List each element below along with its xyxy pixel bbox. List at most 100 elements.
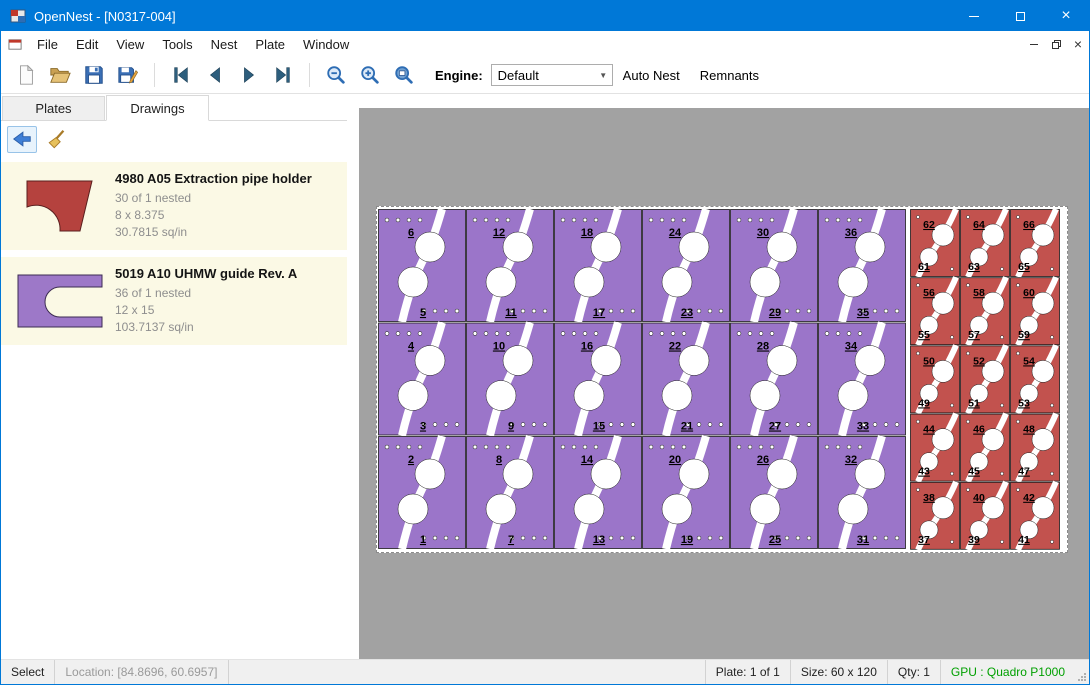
document-window-icon [8,37,23,52]
remnants-button[interactable]: Remnants [690,61,769,89]
save-button[interactable] [79,61,109,89]
tab-plates[interactable]: Plates [2,96,105,120]
canvas-workspace[interactable]: 6512111817242330293635431091615222128273… [359,108,1089,659]
purple-part-pair[interactable]: 43 [379,323,466,436]
auto-nest-button[interactable]: Auto Nest [613,61,690,89]
purple-part-pair[interactable]: 2019 [643,436,730,549]
part-number: 23 [681,307,693,319]
zoom-in-button[interactable] [355,61,385,89]
part-number: 4 [408,341,415,353]
engine-select[interactable]: Default ▼ [491,64,613,86]
menu-window[interactable]: Window [294,31,358,57]
purple-part-pair[interactable]: 109 [467,323,554,436]
part-number: 30 [757,227,769,239]
first-icon [170,64,192,86]
red-part-pair[interactable]: 42 41 [1011,482,1060,550]
app-window: OpenNest - [N0317-004] × File Edit View … [0,0,1090,685]
red-part-pair[interactable]: 5453 [1011,345,1060,413]
menu-plate[interactable]: Plate [246,31,294,57]
red-part-shape-icon [21,175,99,237]
next-plate-button[interactable] [234,61,264,89]
zoom-out-button[interactable] [321,61,351,89]
save-as-button[interactable] [113,61,143,89]
drawing-size: 8 x 8.375 [115,207,341,224]
new-nest-button[interactable] [11,61,41,89]
child-restore-button[interactable] [1045,34,1067,54]
menu-edit[interactable]: Edit [67,31,107,57]
purple-part-pair[interactable]: 2221 [643,323,730,436]
plate[interactable]: 6512111817242330293635431091615222128273… [376,206,1068,553]
toolbar-separator [309,63,310,87]
red-part-pair[interactable]: 6059 [1011,277,1060,345]
child-restore-icon [1051,39,1062,50]
red-part-pair[interactable]: 5857 [961,277,1010,345]
purple-part-pair[interactable]: 3029 [731,209,818,322]
red-part-pair[interactable]: 5049 [911,345,960,413]
purple-part-pair[interactable]: 2625 [731,436,818,549]
part-number: 41 [1018,534,1030,546]
engine-value: Default [498,68,539,83]
purple-part-pair[interactable]: 1817 [555,209,642,322]
red-part-pair[interactable]: 4443 [911,414,960,482]
drawing-item[interactable]: 5019 A10 UHMW guide Rev. A 36 of 1 neste… [1,257,347,345]
tab-drawings[interactable]: Drawings [106,95,209,121]
panel-splitter[interactable] [347,94,359,659]
sidebar: Plates Drawings [1,94,347,659]
purple-part-pair[interactable]: 3635 [819,209,906,322]
part-number: 12 [493,227,505,239]
resize-grip[interactable] [1075,660,1089,684]
part-number: 6 [408,227,414,239]
red-part-pair[interactable]: 66 65 [1011,209,1060,277]
red-part-pair[interactable]: 4645 [961,414,1010,482]
open-button[interactable] [45,61,75,89]
minimize-button[interactable] [951,1,997,31]
purple-part-pair[interactable]: 65 [379,209,466,322]
drawing-item[interactable]: 4980 A05 Extraction pipe holder 30 of 1 … [1,162,347,250]
previous-plate-button[interactable] [200,61,230,89]
maximize-button[interactable] [997,1,1043,31]
purple-part-pair[interactable]: 1211 [467,209,554,322]
part-number: 40 [973,492,985,504]
part-number: 66 [1023,219,1035,231]
purple-part-pair[interactable]: 3231 [819,436,906,549]
part-number: 2 [408,454,414,466]
clear-drawings-button[interactable] [42,126,72,153]
red-part-pair[interactable]: 4039 [961,482,1010,550]
return-parts-button[interactable] [7,126,37,153]
purple-part-pair[interactable]: 2827 [731,323,818,436]
menu-file[interactable]: File [28,31,67,57]
red-part-pair[interactable]: 5655 [911,277,960,345]
part-number: 28 [757,341,769,353]
purple-part-pair[interactable]: 87 [467,436,554,549]
zoom-fit-button[interactable] [389,61,419,89]
status-gpu: GPU : Quadro P1000 [941,660,1075,684]
drawing-nested-count: 30 of 1 nested [115,190,341,207]
red-part-pair[interactable]: 6261 [911,209,960,277]
part-number: 56 [923,287,935,299]
part-number: 42 [1023,492,1035,504]
menu-view[interactable]: View [107,31,153,57]
purple-part-pair[interactable]: 21 [379,436,466,549]
part-number: 34 [845,341,858,353]
drawing-size: 12 x 15 [115,302,341,319]
red-part-pair[interactable]: 3837 [911,482,960,550]
menu-nest[interactable]: Nest [202,31,247,57]
child-close-button[interactable]: × [1067,34,1089,54]
child-minimize-button[interactable] [1023,34,1045,54]
first-plate-button[interactable] [166,61,196,89]
chevron-down-icon: ▼ [595,71,612,80]
purple-part-pair[interactable]: 2423 [643,209,730,322]
part-number: 36 [845,227,857,239]
part-number: 48 [1023,424,1035,436]
red-part-pair[interactable]: 4847 [1011,414,1060,482]
close-button[interactable]: × [1043,1,1089,31]
purple-part-pair[interactable]: 3433 [819,323,906,436]
red-part-pair[interactable]: 6463 [961,209,1010,277]
last-plate-button[interactable] [268,61,298,89]
red-part-pair[interactable]: 5251 [961,345,1010,413]
purple-part-pair[interactable]: 1413 [555,436,642,549]
part-number: 65 [1018,261,1030,273]
purple-part-pair[interactable]: 1615 [555,323,642,436]
part-number: 9 [508,421,514,433]
menu-tools[interactable]: Tools [153,31,201,57]
